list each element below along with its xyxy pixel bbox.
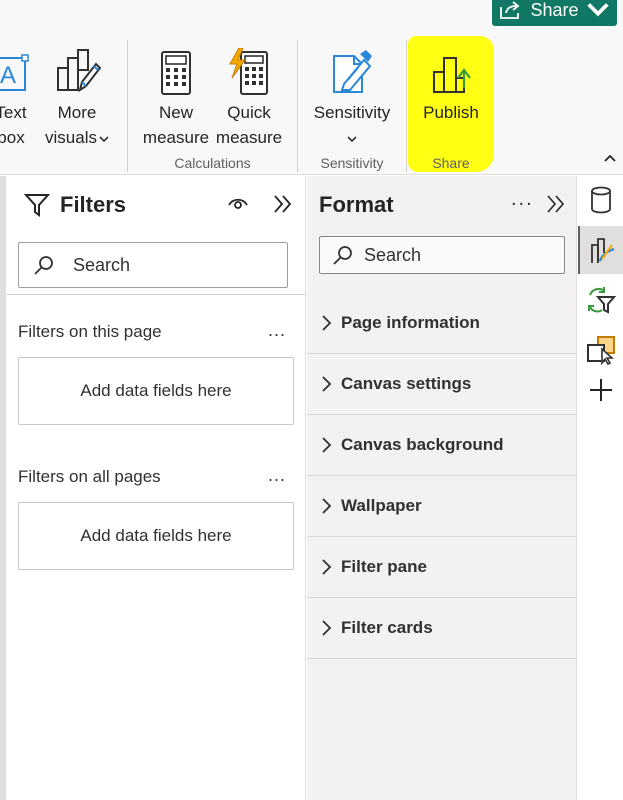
new-measure-label-1: New <box>158 103 193 122</box>
svg-text:A: A <box>0 62 16 89</box>
quick-measure-label-1: Quick <box>227 103 271 122</box>
chevron-down-icon <box>347 136 357 143</box>
group-label-sensitivity: Sensitivity <box>320 155 384 171</box>
more-options-icon[interactable]: ... <box>268 465 286 486</box>
chevron-down-icon <box>586 3 609 17</box>
format-card-canvas-background[interactable]: Canvas background <box>307 415 577 476</box>
ribbon-separator <box>127 40 128 172</box>
format-pane-button[interactable] <box>578 226 623 274</box>
search-icon <box>333 246 352 265</box>
group-label-share: Share <box>432 155 470 171</box>
filters-pane: Filters Filters on this page ... Add dat… <box>6 176 306 800</box>
share-icon <box>500 1 520 19</box>
text-box-icon: A <box>0 54 29 91</box>
format-visual-icon <box>590 238 614 263</box>
share-button[interactable]: Share <box>492 0 617 26</box>
format-card-label: Filter pane <box>341 557 427 576</box>
text-box-label-2: box <box>0 128 25 147</box>
format-card-wallpaper[interactable]: Wallpaper <box>307 476 577 537</box>
collapse-pane-icon[interactable] <box>272 194 294 214</box>
add-pane-button[interactable] <box>578 366 623 414</box>
sensitivity-label: Sensitivity <box>313 103 391 122</box>
text-box-label-1: Text <box>0 103 27 122</box>
search-icon <box>34 256 53 275</box>
group-label-calculations: Calculations <box>174 155 251 171</box>
share-label: Share <box>530 0 579 20</box>
quick-measure-button[interactable]: Quick measure <box>212 40 286 150</box>
selection-icon <box>586 336 615 365</box>
new-measure-label-2: measure <box>142 128 210 147</box>
format-card-label: Canvas background <box>341 435 504 454</box>
filters-search-box[interactable] <box>18 242 288 288</box>
format-card-filter-cards[interactable]: Filter cards <box>307 598 577 659</box>
more-options-icon[interactable]: ... <box>268 320 286 341</box>
collapse-ribbon-button[interactable] <box>603 150 617 166</box>
new-measure-button[interactable]: New measure <box>139 40 213 150</box>
sync-filters-button[interactable] <box>578 276 623 324</box>
more-visuals-label-1: More <box>57 103 97 122</box>
text-box-button[interactable]: A Text box <box>0 40 36 150</box>
format-card-label: Filter cards <box>341 618 433 637</box>
chevron-right-icon <box>322 315 332 331</box>
all-pages-filters-drop-well[interactable]: Add data fields here <box>18 502 294 570</box>
add-icon <box>589 379 612 401</box>
more-visuals-label-row: visuals <box>42 125 112 150</box>
chevron-right-icon <box>322 620 332 636</box>
divider <box>6 294 306 295</box>
publish-button[interactable]: Publish <box>414 40 488 125</box>
ribbon: Share A Text box More <box>0 0 623 175</box>
chevron-right-icon <box>322 376 332 392</box>
pane-switcher-rail <box>578 176 623 800</box>
data-pane-button[interactable] <box>578 176 623 224</box>
format-search-input[interactable] <box>364 244 544 266</box>
sensitivity-caret-row <box>306 125 398 150</box>
filter-icon <box>24 194 50 217</box>
sync-filter-icon <box>587 287 616 314</box>
more-visuals-label-2: visuals <box>45 128 97 147</box>
chevron-right-icon <box>322 559 332 575</box>
filters-on-this-page-label: Filters on this page <box>18 322 162 341</box>
data-icon <box>590 186 611 214</box>
collapse-pane-icon[interactable] <box>545 194 567 214</box>
quick-measure-label-2: measure <box>215 128 283 147</box>
more-options-icon[interactable]: ... <box>511 188 534 211</box>
filters-title: Filters <box>60 192 127 217</box>
format-title: Format <box>319 192 394 217</box>
quick-measure-icon <box>229 48 268 95</box>
format-card-label: Page information <box>341 313 480 332</box>
publish-label: Publish <box>423 103 479 122</box>
format-card-label: Wallpaper <box>341 496 422 515</box>
format-card-label: Canvas settings <box>341 374 472 393</box>
page-filters-drop-well[interactable]: Add data fields here <box>18 357 294 425</box>
chevron-right-icon <box>322 437 332 453</box>
format-card-canvas-settings[interactable]: Canvas settings <box>307 354 577 415</box>
chevron-down-icon <box>99 136 109 143</box>
sensitivity-icon <box>333 50 372 93</box>
more-visuals-icon <box>57 49 102 93</box>
format-card-filter-pane[interactable]: Filter pane <box>307 537 577 598</box>
publish-icon <box>433 57 471 93</box>
eye-icon[interactable] <box>226 194 250 212</box>
sensitivity-button[interactable]: Sensitivity <box>306 40 398 150</box>
ribbon-separator <box>297 40 298 172</box>
format-card-page-information[interactable]: Page information <box>307 293 577 354</box>
filters-search-input[interactable] <box>73 254 253 276</box>
filters-on-all-pages-label: Filters on all pages <box>18 467 161 486</box>
format-pane: Format ... Page information Canvas setti… <box>307 176 577 800</box>
format-search-box[interactable] <box>319 236 565 274</box>
chevron-up-icon <box>604 154 616 162</box>
ribbon-separator <box>406 40 407 172</box>
calculator-icon <box>161 51 191 95</box>
chevron-right-icon <box>322 498 332 514</box>
more-visuals-button[interactable]: More visuals <box>42 40 112 150</box>
